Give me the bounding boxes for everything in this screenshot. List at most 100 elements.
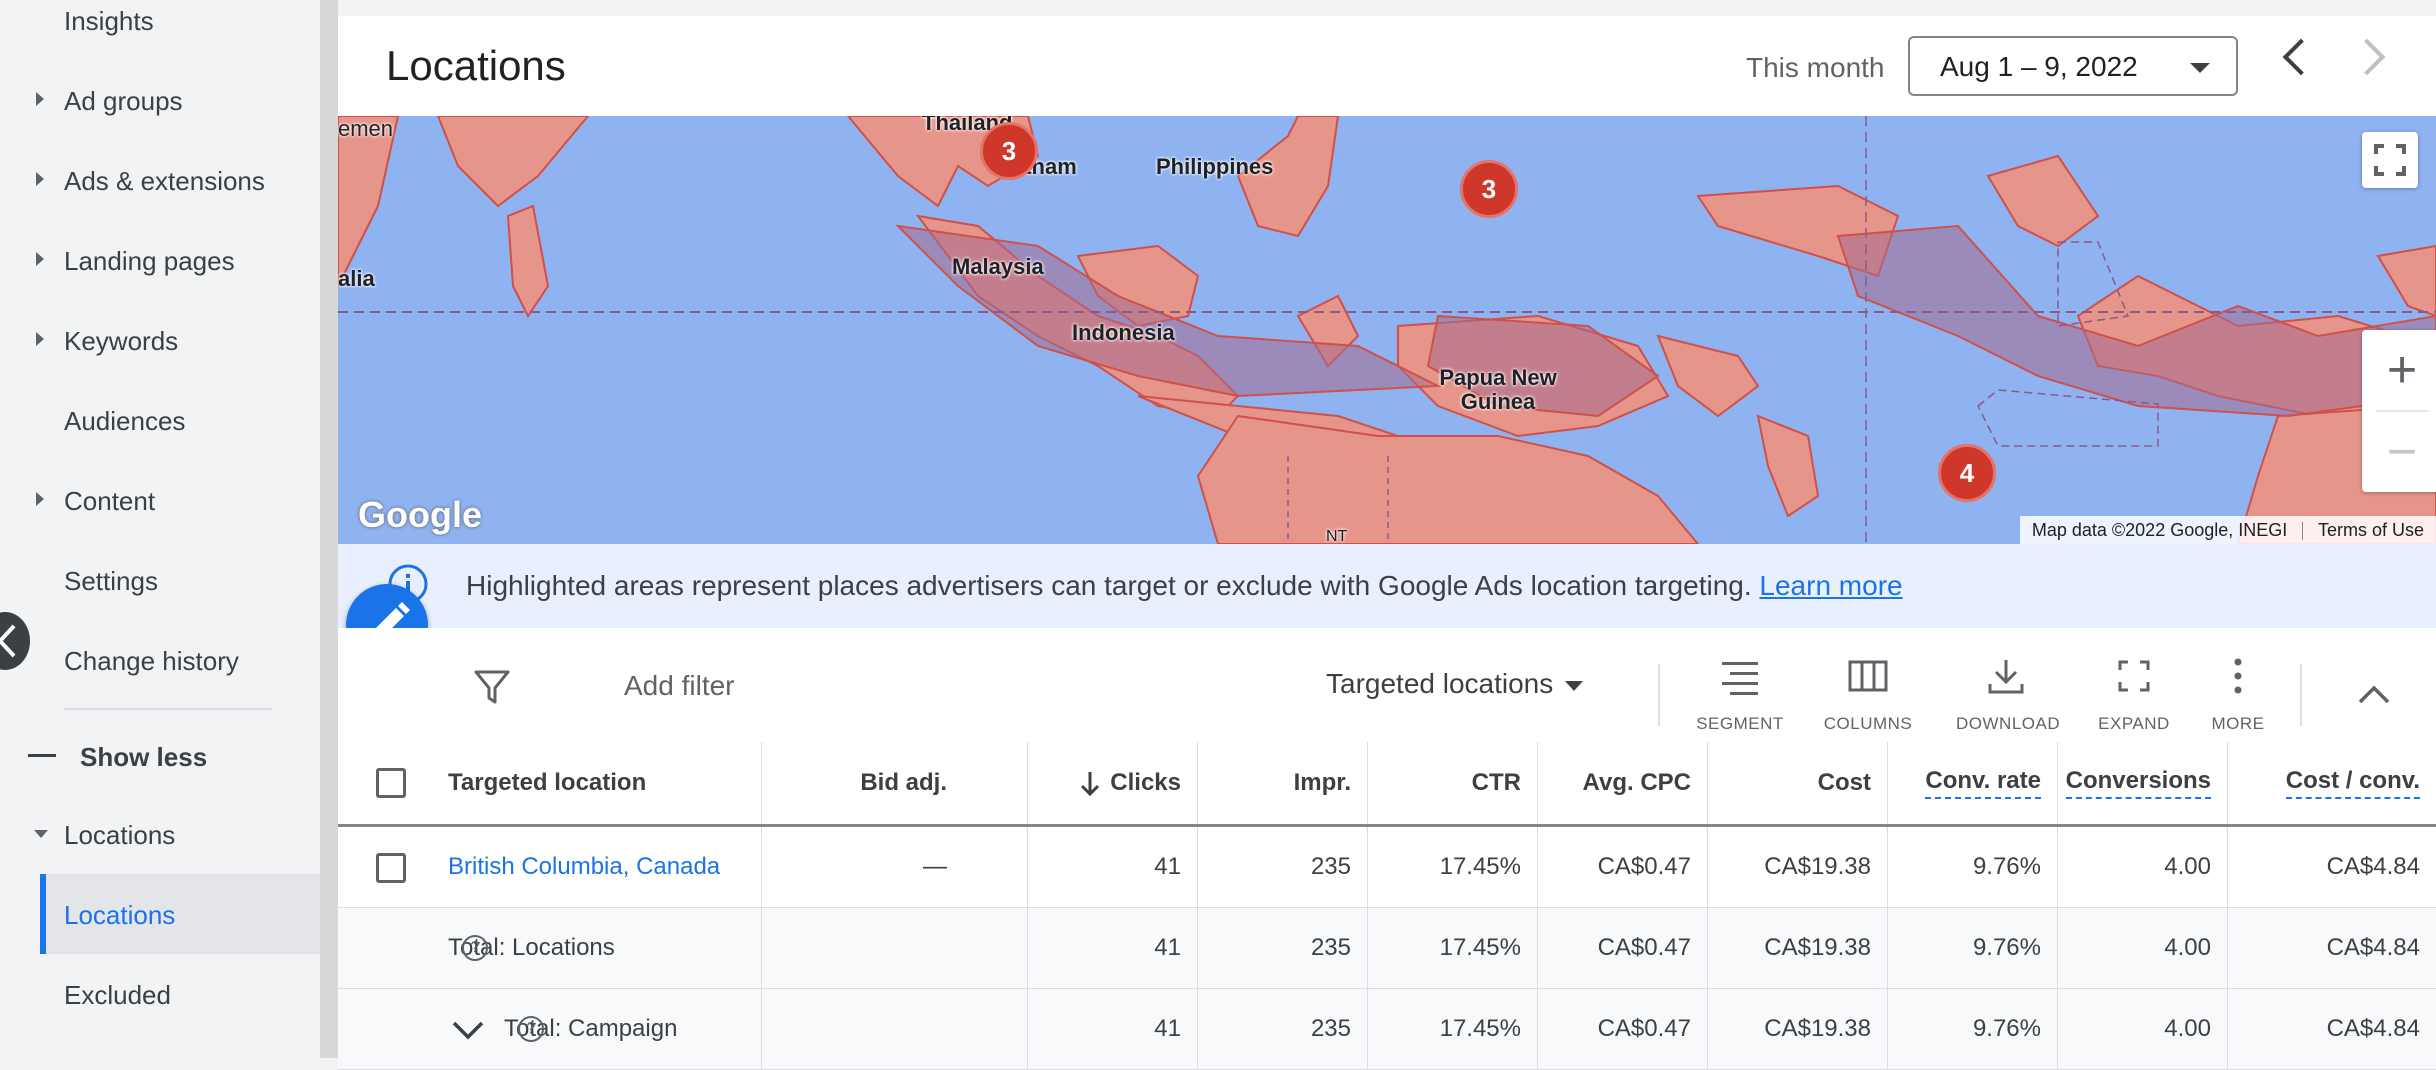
map-label-malaysia: Malaysia (952, 254, 1044, 279)
header-targeted-location[interactable]: Targeted location (338, 742, 762, 824)
expand-label: EXPAND (2098, 714, 2170, 733)
minus-icon (28, 754, 56, 757)
sidebar-item-locations[interactable]: Locations (64, 900, 175, 931)
sidebar-item-locations-group[interactable]: Locations (64, 820, 175, 851)
banner-message: Highlighted areas represent places adver… (466, 570, 1903, 602)
period-label: This month (1746, 52, 1885, 83)
sidebar-item-change-history[interactable]: Change history (64, 646, 239, 677)
expand-arrow-icon[interactable] (36, 172, 44, 186)
targeted-locations-dropdown[interactable]: Targeted locations (1326, 668, 1584, 700)
more-button[interactable]: MORE (2188, 656, 2288, 733)
ctr-cell: 17.45% (1368, 827, 1538, 907)
bid-adj-cell[interactable]: — (762, 827, 1028, 907)
toolbar-divider (2300, 664, 2302, 726)
table-header: Targeted location Bid adj. Clicks Impr. … (338, 742, 2436, 827)
map-label-yemen: emen (338, 116, 394, 141)
cost-cell: CA$19.38 (1708, 908, 1888, 988)
expand-arrow-icon[interactable] (36, 332, 44, 346)
header-clicks[interactable]: Clicks (1028, 742, 1198, 824)
zoom-control: + − (2362, 330, 2436, 492)
map-attribution: Map data ©2022 Google, INEGI Terms of Us… (2019, 516, 2436, 544)
learn-more-link[interactable]: Learn more (1759, 570, 1902, 601)
location-cluster-marker[interactable]: 4 (1938, 444, 1996, 502)
more-vert-icon (2234, 658, 2242, 694)
header-ctr[interactable]: CTR (1368, 742, 1538, 824)
expand-arrow-icon[interactable] (36, 492, 44, 506)
filter-icon[interactable] (472, 666, 512, 706)
show-less-button[interactable]: Show less (80, 742, 207, 773)
segment-label: SEGMENT (1696, 714, 1784, 733)
sidebar-item-ads-extensions[interactable]: Ads & extensions (64, 166, 265, 197)
sidebar-item-insights[interactable]: Insights (64, 6, 154, 37)
cost-per-conv-cell: CA$4.84 (2326, 853, 2420, 880)
map-data-credit: Map data ©2022 Google, INEGI (2031, 520, 2288, 540)
header-impr[interactable]: Impr. (1198, 742, 1368, 824)
location-cell: British Columbia, Canada (338, 827, 762, 907)
previous-period-button[interactable] (2282, 38, 2320, 76)
header-bid-adj[interactable]: Bid adj. (762, 742, 1028, 824)
fullscreen-button[interactable] (2362, 132, 2418, 188)
download-button[interactable]: DOWNLOAD (1956, 656, 2060, 733)
page-header: Locations This month Aug 1 – 9, 2022 (338, 16, 2436, 116)
sidebar-item-content[interactable]: Content (64, 486, 155, 517)
clicks-cell: 41 (1028, 908, 1198, 988)
expand-button[interactable]: EXPAND (2084, 656, 2184, 733)
location-cluster-marker[interactable]: 3 (1460, 160, 1518, 218)
header-cost-per-conv[interactable]: Cost / conv. (2228, 742, 2436, 824)
impr-cell: 235 (1198, 908, 1368, 988)
land-india (436, 116, 590, 208)
zoom-in-button[interactable]: + (2362, 330, 2436, 410)
sidebar-scrollbar[interactable] (320, 0, 338, 1058)
zoom-out-button[interactable]: − (2362, 412, 2436, 492)
land-far-east (2376, 244, 2436, 318)
expand-arrow-icon[interactable] (36, 92, 44, 106)
collapse-sidebar-button[interactable] (0, 612, 30, 670)
caret-down-icon (1565, 680, 1584, 691)
segment-button[interactable]: SEGMENT (1690, 656, 1790, 733)
chevron-down-icon[interactable] (450, 1017, 486, 1041)
cost-cell: CA$19.38 (1708, 989, 1888, 1069)
location-link[interactable]: British Columbia, Canada (448, 853, 720, 881)
land-islands-east (1656, 334, 1760, 418)
header-avg-cpc[interactable]: Avg. CPC (1538, 742, 1708, 824)
header-conv-rate[interactable]: Conv. rate (1888, 742, 2058, 824)
cost-per-conv-cell: CA$4.84 (2326, 934, 2420, 961)
row-checkbox[interactable] (376, 853, 406, 883)
impr-cell: 235 (1198, 827, 1368, 907)
sidebar-item-ad-groups[interactable]: Ad groups (64, 86, 183, 117)
ctr-cell: 17.45% (1368, 989, 1538, 1069)
terms-of-use-link[interactable]: Terms of Use (2318, 520, 2424, 540)
help-icon[interactable]: ? (518, 1016, 544, 1042)
sidebar-item-keywords[interactable]: Keywords (64, 326, 178, 357)
add-filter-input[interactable]: Add filter (624, 670, 735, 702)
sidebar-item-landing-pages[interactable]: Landing pages (64, 246, 235, 277)
conv-rate-cell: 9.76% (1888, 827, 2058, 907)
map-label-philippines: Philippines (1156, 154, 1274, 179)
download-icon (1988, 660, 2024, 694)
date-range-picker[interactable]: Aug 1 – 9, 2022 (1908, 36, 2238, 96)
fullscreen-icon (2374, 144, 2406, 176)
sidebar-item-settings[interactable]: Settings (64, 566, 158, 597)
location-map[interactable]: emen Thailand etnam Philippines Malaysia… (338, 116, 2436, 544)
conversions-cell: 4.00 (2058, 989, 2228, 1069)
impr-cell: 235 (1198, 989, 1368, 1069)
attribution-divider (2302, 522, 2304, 541)
clicks-cell: 41 (1028, 827, 1198, 907)
sidebar-item-excluded[interactable]: Excluded (64, 980, 171, 1011)
view-selector-label: Targeted locations (1326, 668, 1554, 699)
collapse-arrow-icon[interactable] (34, 830, 48, 838)
sidebar-item-audiences[interactable]: Audiences (64, 406, 185, 437)
collapse-up-icon[interactable] (2354, 674, 2394, 714)
columns-button[interactable]: COLUMNS (1818, 656, 1918, 733)
expand-arrow-icon[interactable] (36, 252, 44, 266)
bid-adj-cell (762, 989, 1028, 1069)
header-cost[interactable]: Cost (1708, 742, 1888, 824)
next-period-button[interactable] (2348, 38, 2386, 76)
help-icon[interactable]: ? (462, 935, 488, 961)
header-conversions[interactable]: Conversions (2058, 742, 2228, 824)
location-cluster-marker[interactable]: 3 (980, 122, 1038, 180)
location-cell: Total: Locations? (338, 908, 762, 988)
select-all-checkbox[interactable] (376, 768, 406, 798)
sidebar: Insights Ad groups Ads & extensions Land… (0, 0, 320, 1058)
top-strip (338, 0, 2436, 16)
